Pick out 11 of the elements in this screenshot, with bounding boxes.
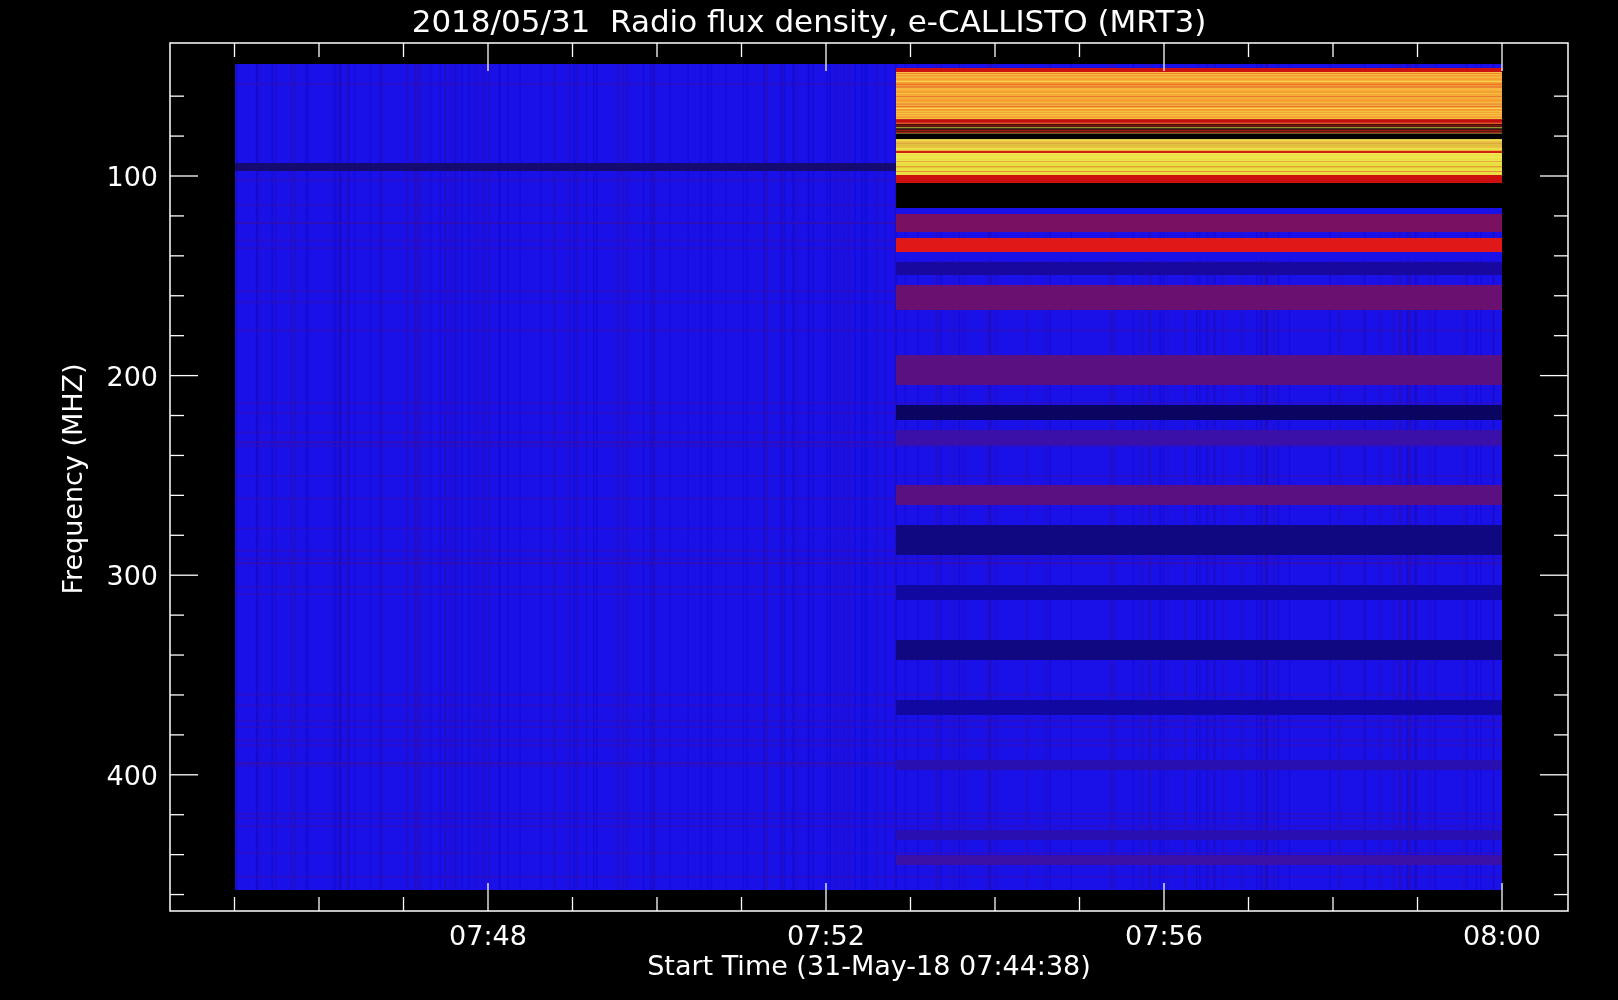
tick-label: 08:00 [1463,920,1541,951]
tick-label: 07:52 [787,920,865,951]
tick-label: 07:56 [1125,920,1203,951]
tick-label: 07:48 [449,920,527,951]
tick-label: 300 [106,560,158,592]
x-axis-label: Start Time (31-May-18 07:44:38) [647,950,1091,981]
chart-title: 2018/05/31 Radio flux density, e-CALLISTO (MRT3) [411,3,1207,39]
y-axis-label: Frequency (MHZ) [57,363,88,595]
tick-label: 400 [106,759,158,791]
tick-label: 100 [106,161,158,192]
tick-label: 200 [106,360,158,392]
